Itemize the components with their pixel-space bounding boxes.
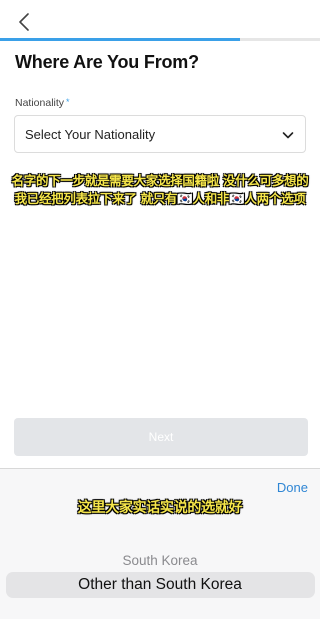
nationality-select-value: Select Your Nationality [25,127,156,142]
chevron-left-icon [19,13,29,31]
chevron-down-icon [282,132,294,139]
nationality-select[interactable]: Select Your Nationality [14,115,306,153]
next-button[interactable]: Next [14,418,308,456]
video-caption-line-1: 名字的下一步就是需要大家选择国籍啦 没什么可多想的 [11,173,309,188]
picker-option-other-than-south-korea[interactable]: Other than South Korea [0,576,320,594]
video-caption-line-3: 这里大家实话实说的选就好 [77,500,243,516]
done-button[interactable]: Done [277,480,308,495]
picker-option-south-korea[interactable]: South Korea [0,553,320,568]
video-caption-line-2: 我已经把列表拉下来了 就只有🇰🇷人和非🇰🇷人两个选项 [14,191,306,206]
progress-bar [0,38,320,41]
nationality-label: Nationality * [15,97,70,109]
back-button[interactable] [10,8,38,36]
page-title: Where Are You From? [15,52,199,72]
required-marker: * [66,97,70,107]
nationality-label-text: Nationality [15,97,65,109]
nav-bar [0,0,320,40]
progress-bar-fill [0,38,240,41]
